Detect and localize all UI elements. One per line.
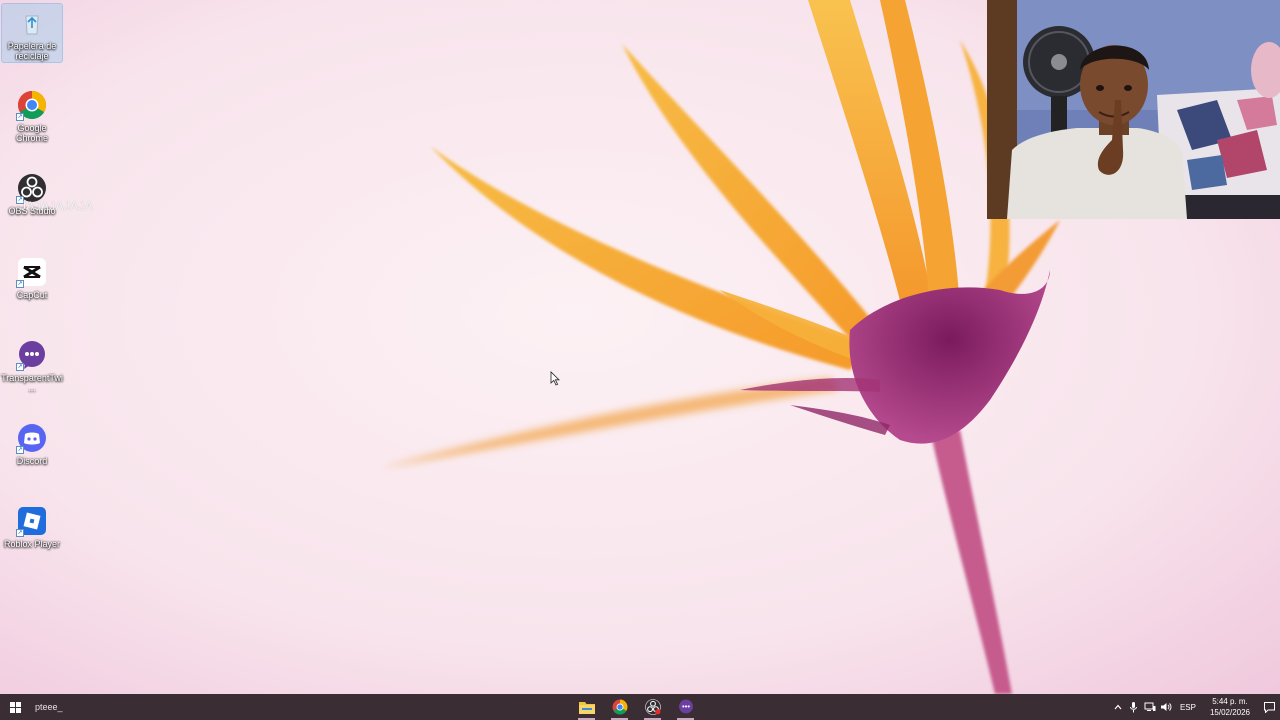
notification-center-icon[interactable] — [1258, 694, 1280, 720]
desktop-icon-transparent-twitch-chat[interactable]: ↗ TransparentTwi... — [1, 336, 63, 394]
start-button[interactable] — [0, 694, 30, 720]
stream-chat-overlay-text: JAJAJAJAJA — [20, 199, 94, 213]
discord-icon: ↗ — [16, 423, 47, 454]
microphone-icon[interactable] — [1126, 694, 1142, 720]
desktop-icon-obs[interactable]: ↗ OBS Studio — [2, 169, 62, 227]
shortcut-arrow-icon: ↗ — [16, 363, 24, 371]
desktop-icon-label: Papelera de reciclaje — [7, 41, 57, 61]
shortcut-arrow-icon: ↗ — [16, 529, 24, 537]
shortcut-arrow-icon: ↗ — [16, 280, 24, 288]
clock-date: 15/02/2026 — [1209, 708, 1250, 717]
desktop-icon-label: CapCut — [16, 290, 48, 300]
taskbar-apps — [570, 694, 702, 720]
transparent-twitch-chat-icon: ↗ — [16, 340, 47, 371]
desktop-icon-roblox[interactable]: ↗ Roblox Player — [2, 502, 62, 560]
shortcut-arrow-icon: ↗ — [16, 113, 24, 121]
file-explorer-icon — [578, 702, 595, 714]
mouse-cursor-icon — [550, 371, 560, 386]
desktop-icon-recycle-bin[interactable]: Papelera de reciclaje — [1, 3, 63, 63]
taskbar-obs[interactable] — [636, 694, 669, 720]
clock[interactable]: 5:44 p. m. 15/02/2026 — [1210, 696, 1250, 718]
desktop-icon-label: TransparentTwi... — [1, 373, 63, 393]
chrome-icon: ↗ — [16, 90, 47, 121]
desktop-icon-capcut[interactable]: ↗ CapCut — [2, 253, 62, 311]
desktop-icon-label: Google Chrome — [15, 123, 48, 143]
clock-time: 5:44 p. m. — [1212, 697, 1248, 706]
desktop-icon-chrome[interactable]: ↗ Google Chrome — [2, 86, 62, 144]
taskbar-chrome[interactable] — [603, 694, 636, 720]
webcam-overlay — [987, 0, 1280, 219]
recycle-bin-icon — [17, 8, 47, 38]
network-icon[interactable] — [1142, 694, 1158, 720]
taskbar-file-explorer[interactable] — [570, 694, 603, 720]
desktop-icon-label: Roblox Player — [3, 539, 61, 549]
language-indicator[interactable]: ESP — [1180, 703, 1196, 712]
chrome-icon — [612, 699, 627, 715]
desktop-icon-label: Discord — [16, 456, 48, 466]
taskbar-transparent-twitch-chat[interactable] — [669, 694, 702, 720]
system-tray: ESP 5:44 p. m. 15/02/2026 — [1110, 694, 1280, 720]
roblox-icon: ↗ — [16, 506, 47, 537]
obs-icon — [644, 699, 661, 715]
show-hidden-icons-chevron-icon[interactable] — [1110, 694, 1126, 720]
windows-logo-icon — [9, 701, 21, 713]
transparent-twitch-chat-icon — [678, 699, 693, 714]
taskbar: pteee_ ESP 5:44 p. m. 15/02/2026 — [0, 694, 1280, 720]
capcut-icon: ↗ — [16, 257, 47, 288]
taskbar-search-text[interactable]: pteee_ — [35, 702, 63, 712]
volume-icon[interactable] — [1158, 694, 1174, 720]
shortcut-arrow-icon: ↗ — [16, 446, 24, 454]
desktop-icon-discord[interactable]: ↗ Discord — [2, 419, 62, 477]
